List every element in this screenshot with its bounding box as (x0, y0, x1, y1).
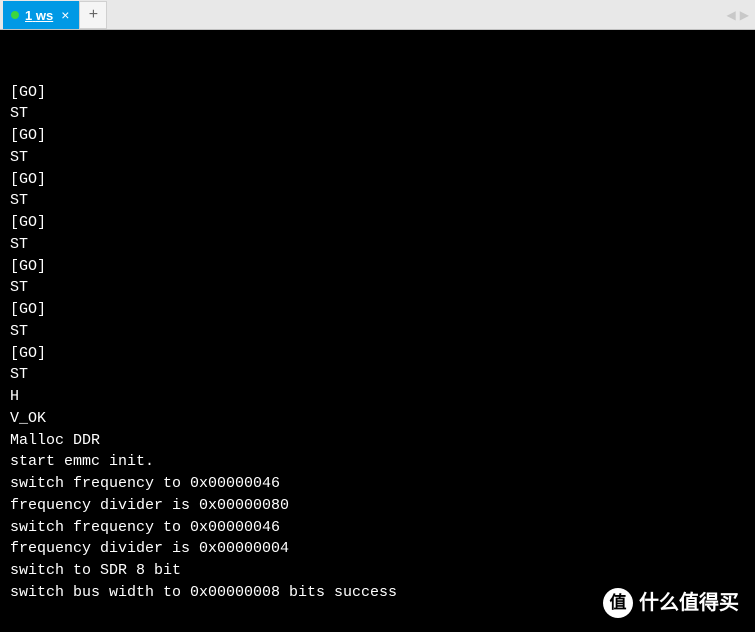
terminal-line: ST (10, 364, 745, 386)
terminal-lines: [GO]ST[GO]ST[GO]ST[GO]ST[GO]ST[GO]ST[GO]… (10, 82, 745, 604)
terminal-line: [GO] (10, 256, 745, 278)
tab-active[interactable]: 1 ws × (3, 1, 79, 29)
terminal-line: ST (10, 277, 745, 299)
tab-label: 1 ws (25, 8, 53, 23)
tab-prev-icon[interactable]: ◀ (727, 8, 736, 22)
status-dot-icon (11, 11, 19, 19)
add-tab-button[interactable]: + (79, 1, 107, 29)
terminal-line: ST (10, 321, 745, 343)
terminal-line: ST (10, 147, 745, 169)
terminal-line: V_OK (10, 408, 745, 430)
terminal-line: start emmc init. (10, 451, 745, 473)
terminal-line: switch frequency to 0x00000046 (10, 473, 745, 495)
terminal-line: Malloc DDR (10, 430, 745, 452)
terminal-line: switch frequency to 0x00000046 (10, 517, 745, 539)
tab-next-icon[interactable]: ▶ (740, 8, 749, 22)
terminal-line: H (10, 386, 745, 408)
terminal-line: switch to SDR 8 bit (10, 560, 745, 582)
terminal-line: switch bus width to 0x00000008 bits succ… (10, 582, 745, 604)
terminal-line: frequency divider is 0x00000004 (10, 538, 745, 560)
terminal-line: ST (10, 190, 745, 212)
close-icon[interactable]: × (59, 8, 71, 22)
tab-bar: 1 ws × + ◀ ▶ (0, 0, 755, 30)
terminal-line: [GO] (10, 299, 745, 321)
terminal-line: [GO] (10, 82, 745, 104)
terminal-line: frequency divider is 0x00000080 (10, 495, 745, 517)
terminal-line: [GO] (10, 343, 745, 365)
terminal-line: ST (10, 103, 745, 125)
terminal-output[interactable]: [GO]ST[GO]ST[GO]ST[GO]ST[GO]ST[GO]ST[GO]… (0, 30, 755, 632)
terminal-line: [GO] (10, 212, 745, 234)
terminal-line: [GO] (10, 125, 745, 147)
terminal-line: ST (10, 234, 745, 256)
terminal-line: [GO] (10, 169, 745, 191)
tab-nav: ◀ ▶ (727, 0, 749, 30)
